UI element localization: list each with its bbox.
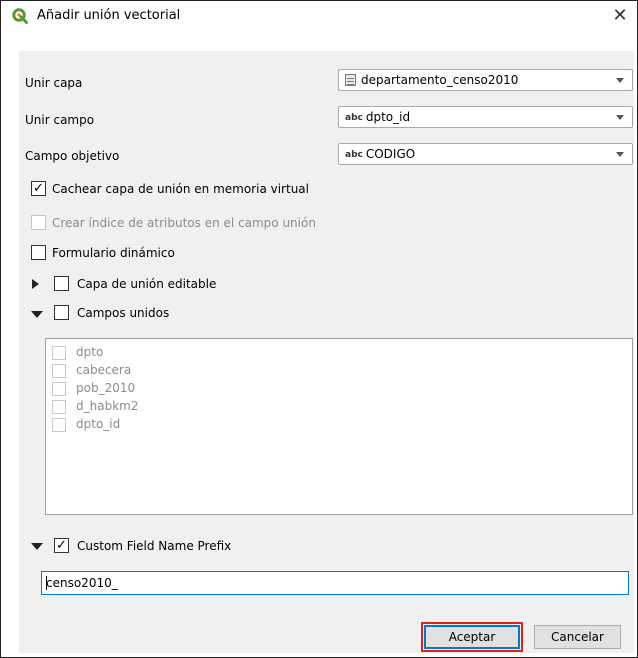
index-checkbox — [31, 215, 46, 230]
dynamic-form-label: Formulario dinámico — [52, 246, 175, 260]
join-field-combo[interactable]: abc dpto_id — [338, 106, 633, 128]
window-title: Añadir unión vectorial — [37, 8, 181, 23]
collapse-arrow-icon[interactable] — [31, 311, 43, 318]
cancel-button[interactable]: Cancelar — [534, 625, 621, 649]
field-name: dpto_id — [76, 417, 121, 431]
close-icon[interactable]: ✕ — [609, 5, 631, 27]
target-field-value: CODIGO — [365, 147, 416, 161]
chevron-down-icon — [616, 152, 624, 157]
join-field-label: Unir campo — [25, 113, 95, 127]
prefix-input[interactable]: censo2010_ — [41, 571, 629, 595]
join-field-value: dpto_id — [365, 110, 411, 124]
string-type-icon: abc — [345, 113, 363, 123]
join-layer-value: departamento_censo2010 — [361, 73, 519, 87]
field-checkbox[interactable] — [52, 418, 66, 432]
dialog-body: Unir capa departamento_censo2010 Unir ca… — [19, 51, 634, 653]
join-layer-combo[interactable]: departamento_censo2010 — [338, 69, 633, 91]
target-field-combo[interactable]: abc CODIGO — [338, 143, 633, 165]
prefix-checkbox[interactable]: ✓ — [54, 538, 69, 553]
editable-label: Capa de unión editable — [77, 277, 217, 291]
dynamic-form-checkbox[interactable] — [31, 245, 46, 260]
field-name: pob_2010 — [76, 381, 136, 395]
field-checkbox[interactable] — [52, 400, 66, 414]
editable-checkbox[interactable] — [54, 276, 69, 291]
string-type-icon: abc — [345, 150, 363, 160]
field-name: dpto — [76, 345, 104, 359]
field-checkbox[interactable] — [52, 382, 66, 396]
collapse-arrow-icon[interactable] — [31, 543, 43, 550]
qgis-logo-icon — [12, 8, 28, 24]
field-checkbox[interactable] — [52, 364, 66, 378]
prefix-value: censo2010_ — [46, 576, 118, 590]
join-dialog: Añadir unión vectorial ✕ Unir capa depar… — [0, 0, 638, 658]
field-checkbox[interactable] — [52, 346, 66, 360]
expand-arrow-icon[interactable] — [32, 279, 39, 289]
chevron-down-icon — [616, 78, 624, 83]
cache-label: Cachear capa de unión en memoria virtual — [52, 182, 309, 196]
title-bar: Añadir unión vectorial ✕ — [1, 1, 637, 31]
field-name: d_habkm2 — [76, 399, 139, 413]
join-layer-label: Unir capa — [25, 76, 83, 90]
vector-table-icon — [345, 74, 356, 86]
cache-checkbox[interactable]: ✓ — [31, 181, 46, 196]
field-name: cabecera — [76, 363, 132, 377]
chevron-down-icon — [616, 115, 624, 120]
target-field-label: Campo objetivo — [25, 149, 120, 163]
index-label: Crear índice de atributos en el campo un… — [52, 216, 316, 230]
joined-fields-list[interactable]: dpto cabecera pob_2010 d_habkm2 dpto_id — [45, 338, 633, 515]
joined-fields-label: Campos unidos — [77, 306, 170, 320]
highlight-box — [421, 622, 523, 652]
joined-fields-checkbox[interactable] — [54, 305, 69, 320]
prefix-label: Custom Field Name Prefix — [77, 539, 232, 553]
